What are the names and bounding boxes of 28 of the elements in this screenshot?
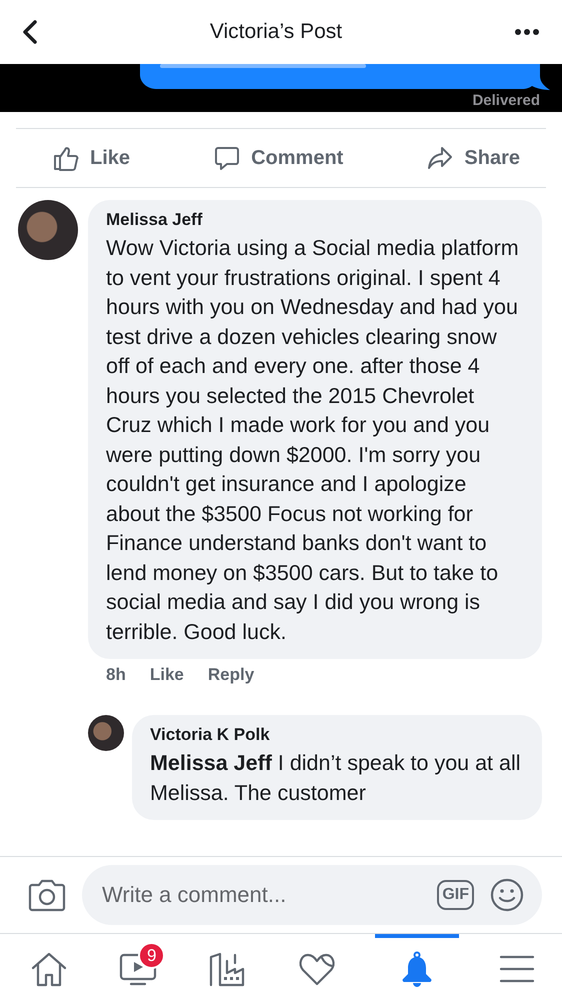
comment-author[interactable]: Melissa Jeff [106,210,524,230]
reply-author[interactable]: Victoria K Polk [150,725,524,745]
notification-count: 9 [138,942,166,969]
menu-icon [498,954,535,984]
smiley-icon[interactable] [490,878,524,912]
reply-link[interactable]: Reply [208,665,254,685]
comment-text: Wow Victoria using a Social media platform to vent your frustrations original. I spent 4 hours with you on Wednesday and had you test drive a dozen vehicles clearing snow off of each and every one. after those 4 hours you selected the 2015 Chevrolet Cruz which I made work for you and you were putting down $2000. I'm sorry you couldn't get insurance and I apologize about the $3500 Focus not working for Finance understand banks don't want to lend money on $3500 cars. But to take to social media and say I did you wrong is terrible. Good luck. [106,235,520,646]
share-action[interactable]: Share [426,144,520,172]
heart-icon [298,951,336,987]
speech-bubble-icon [213,144,242,172]
camera-icon[interactable] [28,878,66,912]
like-link[interactable]: Like [150,665,184,685]
comment-time: 8h [106,665,126,685]
video-tab[interactable]: 9 [107,934,170,1000]
thumbs-up-icon [52,144,80,172]
back-icon[interactable] [22,20,38,44]
delivered-status: Delivered [472,92,540,109]
post-title: Victoria’s Post [210,20,342,44]
storefront-icon [208,951,246,987]
gif-button[interactable]: GIF [437,880,474,910]
more-icon[interactable] [514,28,540,36]
comment-field[interactable]: Write a comment... GIF [82,865,542,925]
comment-action[interactable]: Comment [213,144,344,172]
avatar[interactable] [88,715,124,751]
like-action[interactable]: Like [52,144,130,172]
reply-text: Melissa Jeff I didn’t speak to you at all Melissa. The customer [150,750,522,806]
share-arrow-icon [426,144,454,172]
house-icon [30,951,68,987]
